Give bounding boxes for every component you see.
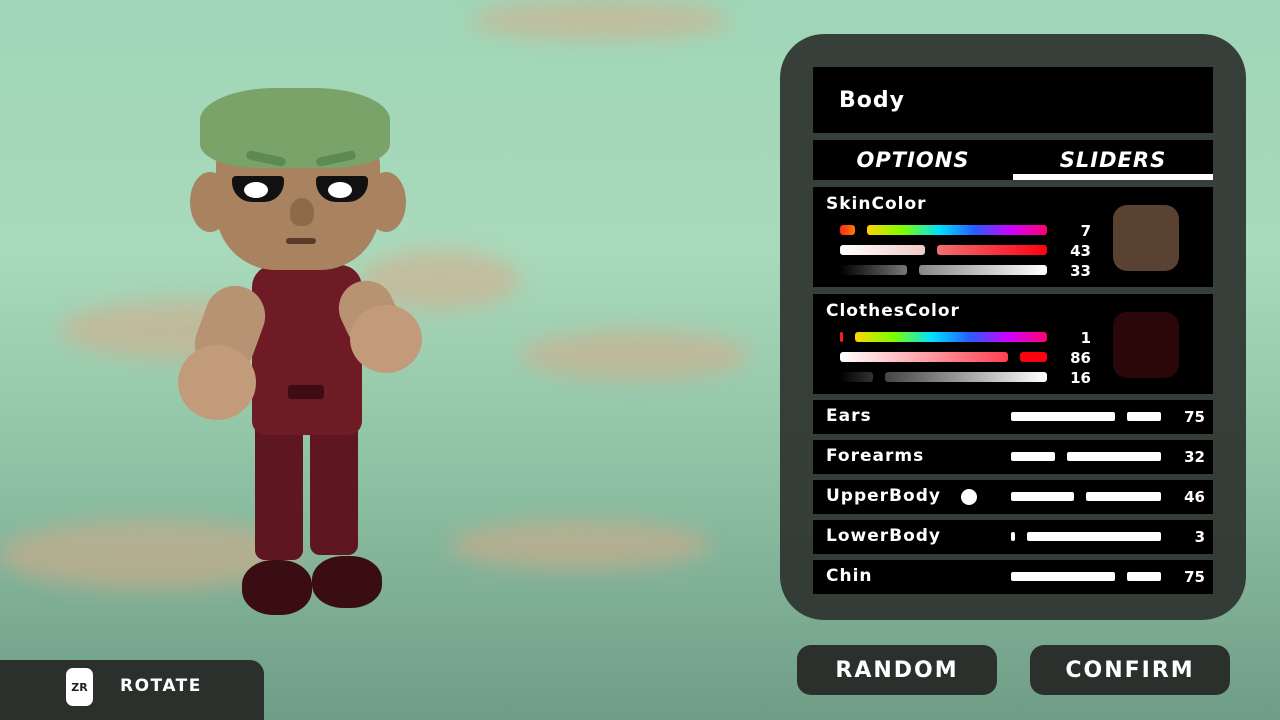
background-cloud — [520, 330, 750, 380]
right-shoe — [312, 556, 382, 608]
background-cloud — [470, 0, 730, 40]
right-eye-white — [328, 182, 352, 198]
slider-rest — [855, 332, 1047, 342]
clothes-hue-value: 1 — [1080, 329, 1091, 347]
slider-label: Ears — [826, 406, 872, 426]
random-button[interactable]: RANDOM — [797, 645, 997, 695]
slider-label: LowerBody — [826, 526, 942, 546]
background-cloud — [450, 520, 710, 570]
tab-options[interactable]: OPTIONS — [813, 140, 1013, 180]
slider-label: Forearms — [826, 446, 925, 466]
skin-saturation-slider[interactable] — [840, 245, 1047, 255]
slider-track[interactable] — [1011, 492, 1161, 501]
skin-hue-value: 7 — [1080, 222, 1091, 240]
left-shoe — [242, 560, 312, 615]
clothes-color-label: ClothesColor — [826, 301, 960, 321]
slider-rest — [885, 372, 1047, 382]
slider-value: 75 — [1184, 568, 1205, 586]
slider-track[interactable] — [1011, 572, 1161, 581]
hair — [200, 88, 390, 168]
slider-value: 3 — [1194, 528, 1205, 546]
slider-fill — [840, 245, 925, 255]
slider-upperbody[interactable]: UpperBody 46 — [813, 480, 1213, 514]
slider-rest — [1067, 452, 1161, 461]
slider-fill — [1011, 572, 1115, 581]
clothes-brightness-slider[interactable] — [840, 372, 1047, 382]
skin-color-label: SkinColor — [826, 194, 927, 214]
slider-rest — [867, 225, 1047, 235]
mouth — [286, 238, 316, 244]
slider-value: 46 — [1184, 488, 1205, 506]
clothes-color-group: ClothesColor 1 86 16 — [813, 294, 1213, 394]
confirm-button[interactable]: CONFIRM — [1030, 645, 1230, 695]
slider-fill — [840, 265, 907, 275]
skin-hue-slider[interactable] — [840, 225, 1047, 235]
belt-tag — [288, 385, 324, 399]
slider-rest — [1086, 492, 1161, 501]
body-customization-panel: Body OPTIONS SLIDERS SkinColor 7 43 33 C… — [780, 34, 1246, 620]
left-fist — [178, 345, 256, 420]
slider-rest — [1027, 532, 1161, 541]
character-model[interactable] — [170, 80, 430, 640]
cursor-dot-icon — [961, 489, 977, 505]
right-leg — [310, 420, 358, 555]
rotate-label: ROTATE — [120, 676, 202, 696]
slider-label: Chin — [826, 566, 873, 586]
slider-fill — [840, 352, 1008, 362]
slider-rest — [1127, 412, 1161, 421]
clothes-hue-slider[interactable] — [840, 332, 1047, 342]
slider-fill — [840, 372, 873, 382]
nose — [290, 198, 314, 226]
panel-title: Body — [813, 67, 1213, 133]
slider-fill — [1011, 452, 1055, 461]
slider-lowerbody[interactable]: LowerBody 3 — [813, 520, 1213, 554]
slider-track[interactable] — [1011, 452, 1161, 461]
slider-forearms[interactable]: Forearms 32 — [813, 440, 1213, 474]
skin-brightness-slider[interactable] — [840, 265, 1047, 275]
clothes-brightness-value: 16 — [1070, 369, 1091, 387]
slider-track[interactable] — [1011, 412, 1161, 421]
slider-rest — [1127, 572, 1161, 581]
slider-fill — [840, 332, 843, 342]
right-fist — [350, 305, 422, 373]
clothes-color-swatch — [1113, 312, 1179, 378]
left-eye-white — [244, 182, 268, 198]
slider-rest — [1020, 352, 1047, 362]
slider-fill — [840, 225, 855, 235]
zr-button-icon: ZR — [66, 668, 93, 706]
clothes-saturation-value: 86 — [1070, 349, 1091, 367]
slider-rest — [937, 245, 1047, 255]
skin-saturation-value: 43 — [1070, 242, 1091, 260]
slider-track[interactable] — [1011, 532, 1161, 541]
tab-bar: OPTIONS SLIDERS — [813, 140, 1213, 180]
tab-sliders[interactable]: SLIDERS — [1013, 140, 1213, 180]
slider-fill — [1011, 492, 1074, 501]
skin-color-group: SkinColor 7 43 33 — [813, 187, 1213, 287]
left-leg — [255, 420, 303, 560]
slider-fill — [1011, 412, 1115, 421]
slider-fill — [1011, 532, 1015, 541]
slider-label: UpperBody — [826, 486, 941, 506]
slider-value: 75 — [1184, 408, 1205, 426]
slider-ears[interactable]: Ears 75 — [813, 400, 1213, 434]
clothes-saturation-slider[interactable] — [840, 352, 1047, 362]
slider-chin[interactable]: Chin 75 — [813, 560, 1213, 594]
skin-color-swatch — [1113, 205, 1179, 271]
skin-brightness-value: 33 — [1070, 262, 1091, 280]
slider-value: 32 — [1184, 448, 1205, 466]
slider-rest — [919, 265, 1047, 275]
